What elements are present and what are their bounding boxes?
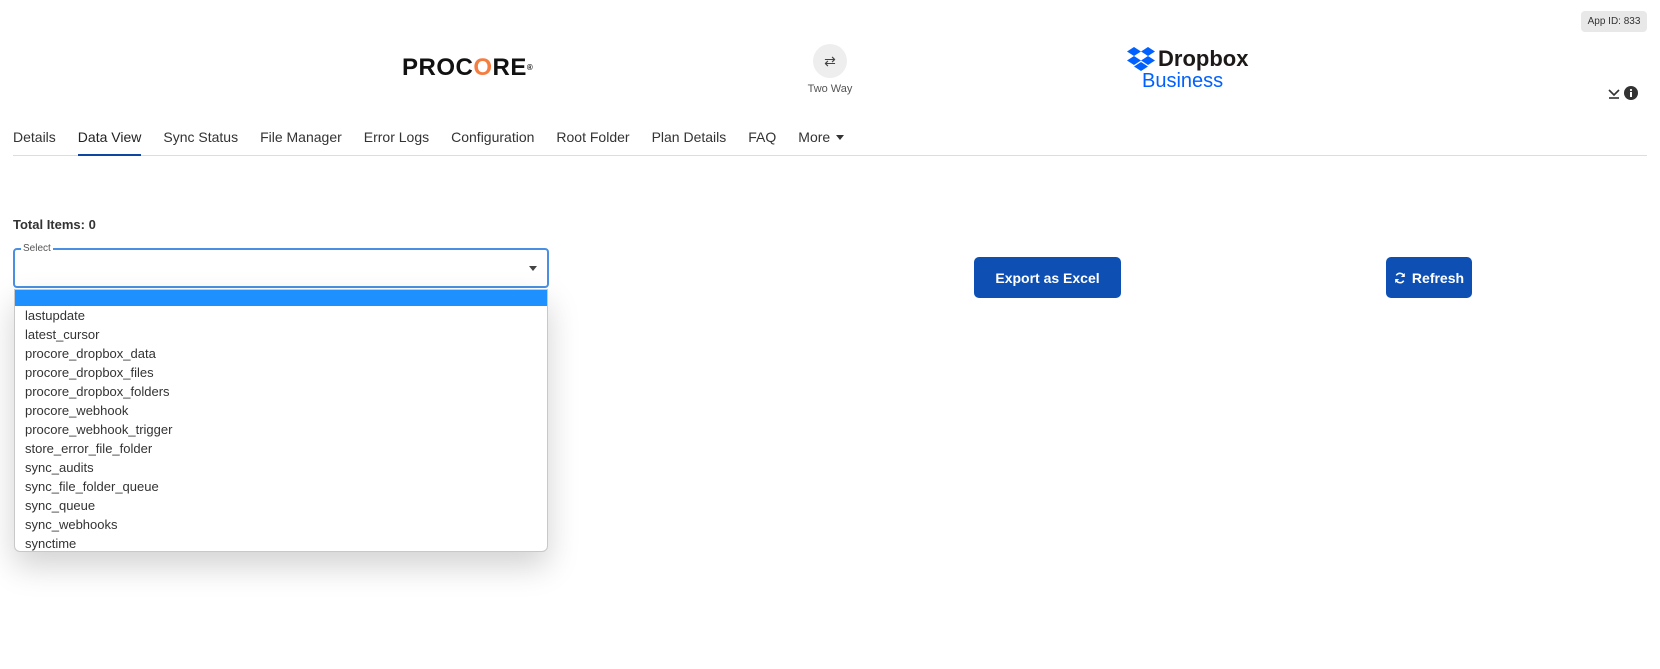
app-id-badge: App ID: 833 — [1581, 11, 1647, 32]
dropdown-option[interactable]: procore_webhook_trigger — [15, 420, 547, 439]
dropbox-business-logo: Dropbox Business — [1127, 46, 1257, 92]
dropdown-option[interactable]: sync_file_folder_queue — [15, 477, 547, 496]
dropdown-option[interactable]: procore_dropbox_files — [15, 363, 547, 382]
sync-direction-label: Two Way — [807, 83, 853, 95]
tab-sync-status[interactable]: Sync Status — [163, 126, 238, 156]
tab-file-manager[interactable]: File Manager — [260, 126, 342, 156]
chevron-down-icon — [836, 135, 845, 140]
tab-more[interactable]: More — [798, 126, 845, 156]
dropbox-icon — [1127, 47, 1155, 71]
tab-configuration[interactable]: Configuration — [451, 126, 534, 156]
sync-direction: ⇄ Two Way — [800, 44, 860, 95]
top-actions — [1608, 86, 1638, 100]
dropdown-option[interactable]: store_error_file_folder — [15, 439, 547, 458]
dropdown-option[interactable]: procore_dropbox_folders — [15, 382, 547, 401]
table-select[interactable]: Select — [13, 243, 549, 288]
procore-logo: PROCORE® — [402, 54, 534, 81]
caret-down-icon — [529, 266, 537, 271]
tab-details[interactable]: Details — [13, 126, 56, 156]
refresh-button[interactable]: Refresh — [1386, 257, 1472, 298]
dropbox-business-label: Business — [1142, 70, 1224, 92]
refresh-icon — [1395, 272, 1405, 283]
export-excel-button[interactable]: Export as Excel — [974, 257, 1121, 298]
refresh-label: Refresh — [1411, 269, 1465, 286]
tab-error-logs[interactable]: Error Logs — [364, 126, 429, 156]
dropdown-option[interactable]: sync_audits — [15, 458, 547, 477]
dropdown-option[interactable]: lastupdate — [15, 306, 547, 325]
tab-faq[interactable]: FAQ — [748, 126, 776, 156]
tab-plan-details[interactable]: Plan Details — [652, 126, 727, 156]
collapse-icon[interactable] — [1608, 87, 1620, 99]
dropdown-option[interactable]: procore_dropbox_data — [15, 344, 547, 363]
dropdown-option[interactable]: synctime — [15, 534, 547, 553]
dropdown-option[interactable] — [15, 290, 547, 306]
total-items: Total Items: 0 — [13, 217, 96, 232]
export-excel-label: Export as Excel — [995, 269, 1100, 286]
dropdown-option[interactable]: latest_cursor — [15, 325, 547, 344]
tab-root-folder[interactable]: Root Folder — [556, 126, 629, 156]
select-legend: Select — [21, 243, 53, 255]
tab-more-label: More — [798, 129, 831, 145]
select-dropdown-list: lastupdate latest_cursor procore_dropbox… — [14, 289, 548, 552]
dropdown-option[interactable]: sync_webhooks — [15, 515, 547, 534]
swap-arrows-icon[interactable]: ⇄ — [813, 44, 847, 78]
tab-data-view[interactable]: Data View — [77, 126, 142, 156]
info-icon[interactable] — [1624, 86, 1638, 100]
dropdown-option[interactable]: sync_queue — [15, 496, 547, 515]
tab-bar: Details Data View Sync Status File Manag… — [13, 126, 1647, 156]
dropdown-option[interactable]: procore_webhook — [15, 401, 547, 420]
